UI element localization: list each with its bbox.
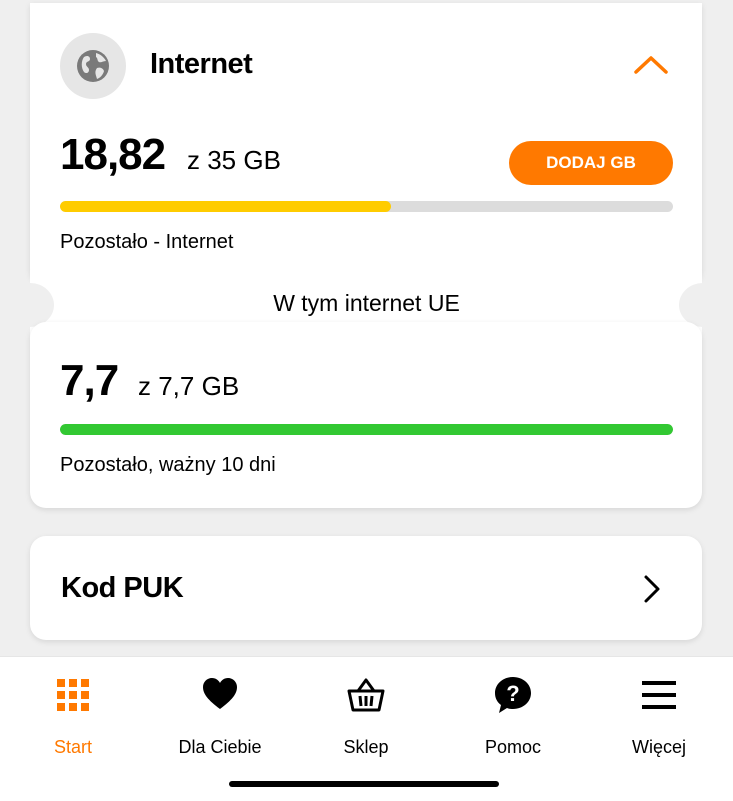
tab-dla-ciebie-label: Dla Ciebie bbox=[178, 737, 262, 757]
eu-remaining-value: 7,7 bbox=[60, 356, 119, 405]
tab-start-label: Start bbox=[53, 737, 92, 757]
tab-sklep-label: Sklep bbox=[343, 737, 389, 757]
eu-caption: Pozostało, ważny 10 dni bbox=[60, 454, 276, 476]
internet-remaining-value: 18,82 bbox=[60, 130, 166, 179]
chevron-right-icon[interactable] bbox=[638, 573, 666, 605]
eu-internet-card bbox=[30, 322, 702, 508]
tab-dla-ciebie[interactable]: Dla Ciebie bbox=[147, 657, 293, 767]
svg-text:?: ? bbox=[506, 681, 519, 706]
internet-caption: Pozostało - Internet bbox=[60, 231, 234, 253]
internet-total-text: z 35 GB bbox=[187, 145, 281, 175]
tab-wiecej-label: Więcej bbox=[631, 737, 686, 757]
bottom-tab-bar: Start Dla Ciebie Sklep ? Pomoc Więcej bbox=[0, 656, 733, 801]
internet-progress-track bbox=[60, 201, 673, 212]
grid-icon bbox=[53, 675, 93, 715]
tab-start[interactable]: Start bbox=[0, 657, 146, 767]
internet-progress-fill bbox=[60, 201, 392, 212]
heart-icon bbox=[200, 675, 240, 715]
menu-icon bbox=[639, 675, 679, 715]
chevron-up-icon[interactable] bbox=[632, 50, 670, 78]
tab-wiecej[interactable]: Więcej bbox=[586, 657, 732, 767]
tab-pomoc[interactable]: ? Pomoc bbox=[440, 657, 586, 767]
eu-internet-title: W tym internet UE bbox=[273, 290, 460, 316]
tab-sklep[interactable]: Sklep bbox=[293, 657, 439, 767]
eu-progress-track bbox=[60, 424, 673, 435]
help-bubble-icon: ? bbox=[493, 675, 533, 715]
home-indicator[interactable] bbox=[229, 781, 499, 787]
tab-pomoc-label: Pomoc bbox=[484, 737, 542, 757]
globe-icon bbox=[60, 33, 126, 99]
eu-total-text: z 7,7 GB bbox=[138, 371, 240, 401]
eu-progress-fill bbox=[60, 424, 673, 435]
internet-title: Internet bbox=[150, 48, 253, 80]
add-gb-button[interactable]: DODAJ GB bbox=[509, 141, 673, 185]
basket-icon bbox=[346, 675, 386, 715]
puk-label: Kod PUK bbox=[61, 572, 184, 604]
